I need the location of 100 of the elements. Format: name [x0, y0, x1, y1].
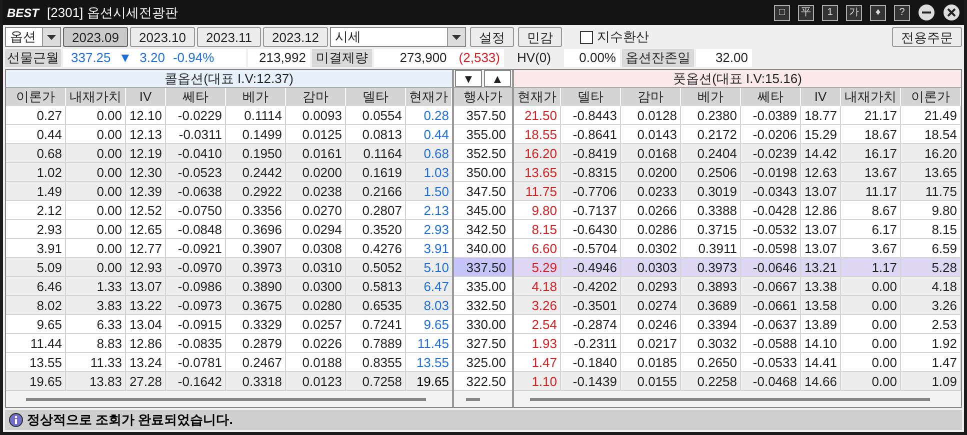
info-label: 선물근월 — [5, 49, 61, 67]
window-tool-button[interactable]: 平 — [798, 4, 814, 20]
window-tool-button[interactable]: ♦ — [870, 4, 886, 20]
table-cell: 0.3907 — [226, 239, 286, 257]
table-cell: -0.0915 — [166, 315, 226, 333]
info-icon — [9, 413, 23, 427]
table-cell: 5.28 — [901, 258, 961, 276]
table-cell: 0.00 — [841, 334, 901, 352]
horizontal-scrollbar[interactable] — [466, 398, 480, 400]
table-cell: 0.0185 — [621, 353, 681, 371]
month-tab[interactable]: 2023.12 — [263, 27, 328, 47]
table-cell: 0.3715 — [681, 220, 741, 238]
table-cell: 0.0143 — [621, 125, 681, 143]
table-cell: 21.49 — [901, 106, 961, 124]
table-cell: 0.1619 — [346, 163, 406, 181]
table-cell: 0.0128 — [621, 106, 681, 124]
table-cell: -0.0523 — [166, 163, 226, 181]
table-cell: 12.13 — [126, 125, 166, 143]
futures-field: 337.25 ▼ 3.20 -0.94% — [63, 49, 246, 67]
window-tool-button[interactable]: □ — [774, 4, 790, 20]
table-cell: 2.93 — [6, 220, 66, 238]
window-tool-button[interactable]: 1 — [822, 4, 838, 20]
table-cell: 0.00 — [66, 163, 126, 181]
table-cell: -0.0835 — [166, 334, 226, 352]
month-tab[interactable]: 2023.10 — [130, 27, 195, 47]
table-cell: 0.0310 — [286, 258, 346, 276]
horizontal-scrollbar[interactable] — [26, 398, 426, 400]
price-cell: 21.50 — [514, 106, 561, 124]
minimize-icon[interactable] — [918, 4, 935, 21]
table-cell: 0.0280 — [286, 296, 346, 314]
table-cell: 0.0093 — [286, 106, 346, 124]
table-cell: 0.00 — [66, 144, 126, 162]
strike-cell: 335.00 — [454, 277, 512, 296]
table-cell: -0.2874 — [561, 315, 621, 333]
window-tool-button[interactable]: 가 — [846, 4, 862, 20]
table-cell: 0.7889 — [346, 334, 406, 352]
table-cell: 5.09 — [6, 258, 66, 276]
close-icon[interactable] — [943, 4, 960, 21]
month-tab[interactable]: 2023.09 — [63, 27, 128, 47]
table-cell: 13.07 — [801, 182, 841, 200]
table-cell: -0.0468 — [741, 372, 801, 390]
table-cell: -0.0638 — [166, 182, 226, 200]
table-cell: 0.0168 — [621, 144, 681, 162]
table-cell: 13.24 — [126, 353, 166, 371]
table-cell: 8.67 — [841, 201, 901, 219]
table-cell: 0.2172 — [681, 125, 741, 143]
table-cell: -0.0428 — [741, 201, 801, 219]
price-cell: 1.10 — [514, 372, 561, 390]
caret-icon — [47, 34, 56, 40]
order-button[interactable]: 전용주문 — [892, 27, 962, 47]
table-cell: 1.33 — [66, 277, 126, 295]
table-cell: 13.89 — [801, 315, 841, 333]
price-cell-text: 2.93 — [422, 221, 450, 238]
table-cell: 0.0300 — [286, 277, 346, 295]
table-cell: 11.17 — [841, 182, 901, 200]
table-cell: 0.2380 — [681, 106, 741, 124]
table-cell: 0.2467 — [226, 353, 286, 371]
price-cell-text: 1.03 — [422, 164, 450, 181]
strike-cell: 345.00 — [454, 201, 512, 220]
table-cell: 1.92 — [901, 334, 961, 352]
table-cell: 0.00 — [66, 106, 126, 124]
table-cell: 12.52 — [126, 201, 166, 219]
window-tool-button[interactable]: ? — [894, 4, 910, 20]
open-interest-field: 273,900 (2,533) — [374, 49, 504, 67]
price-cell: 1.93 — [514, 334, 561, 352]
table-cell: 0.2879 — [226, 334, 286, 352]
table-cell: 0.0161 — [286, 144, 346, 162]
table-cell: 0.00 — [841, 277, 901, 295]
table-cell: 1.17 — [841, 258, 901, 276]
table-cell: 0.6535 — [346, 296, 406, 314]
table-cell: -0.8419 — [561, 144, 621, 162]
table-cell: 0.3019 — [681, 182, 741, 200]
table-cell: -0.8443 — [561, 106, 621, 124]
horizontal-scrollbar[interactable] — [530, 398, 930, 400]
sort-button[interactable]: ▼ — [455, 70, 482, 87]
sort-button[interactable]: ▲ — [484, 70, 511, 87]
toolbar-button[interactable]: 민감 — [518, 27, 562, 47]
view-select[interactable]: 시세 — [330, 27, 466, 47]
dropdown-button[interactable] — [447, 28, 466, 46]
table-cell: -0.0667 — [741, 277, 801, 295]
table-cell: 12.10 — [126, 106, 166, 124]
table-cell: 11.75 — [901, 182, 961, 200]
table-cell: 0.00 — [66, 258, 126, 276]
table-cell: 0.7258 — [346, 372, 406, 390]
table-cell: -0.0311 — [166, 125, 226, 143]
table-cell: 12.93 — [126, 258, 166, 276]
table-cell: 6.17 — [841, 220, 901, 238]
table-cell: -0.7706 — [561, 182, 621, 200]
price-cell: 6.60 — [514, 239, 561, 257]
dropdown-button[interactable] — [42, 28, 60, 46]
product-select[interactable]: 옵션 — [5, 27, 61, 47]
checkbox[interactable] — [580, 30, 594, 44]
table-cell: -0.5704 — [561, 239, 621, 257]
table-cell: 0.3689 — [681, 296, 741, 314]
table-cell: 0.3032 — [681, 334, 741, 352]
price-cell-text: 11.45 — [416, 335, 450, 352]
month-tab[interactable]: 2023.11 — [197, 27, 262, 47]
table-cell: -0.2311 — [561, 334, 621, 352]
toolbar-button[interactable]: 설정 — [470, 27, 514, 47]
price-cell: 5.29 — [514, 258, 561, 276]
